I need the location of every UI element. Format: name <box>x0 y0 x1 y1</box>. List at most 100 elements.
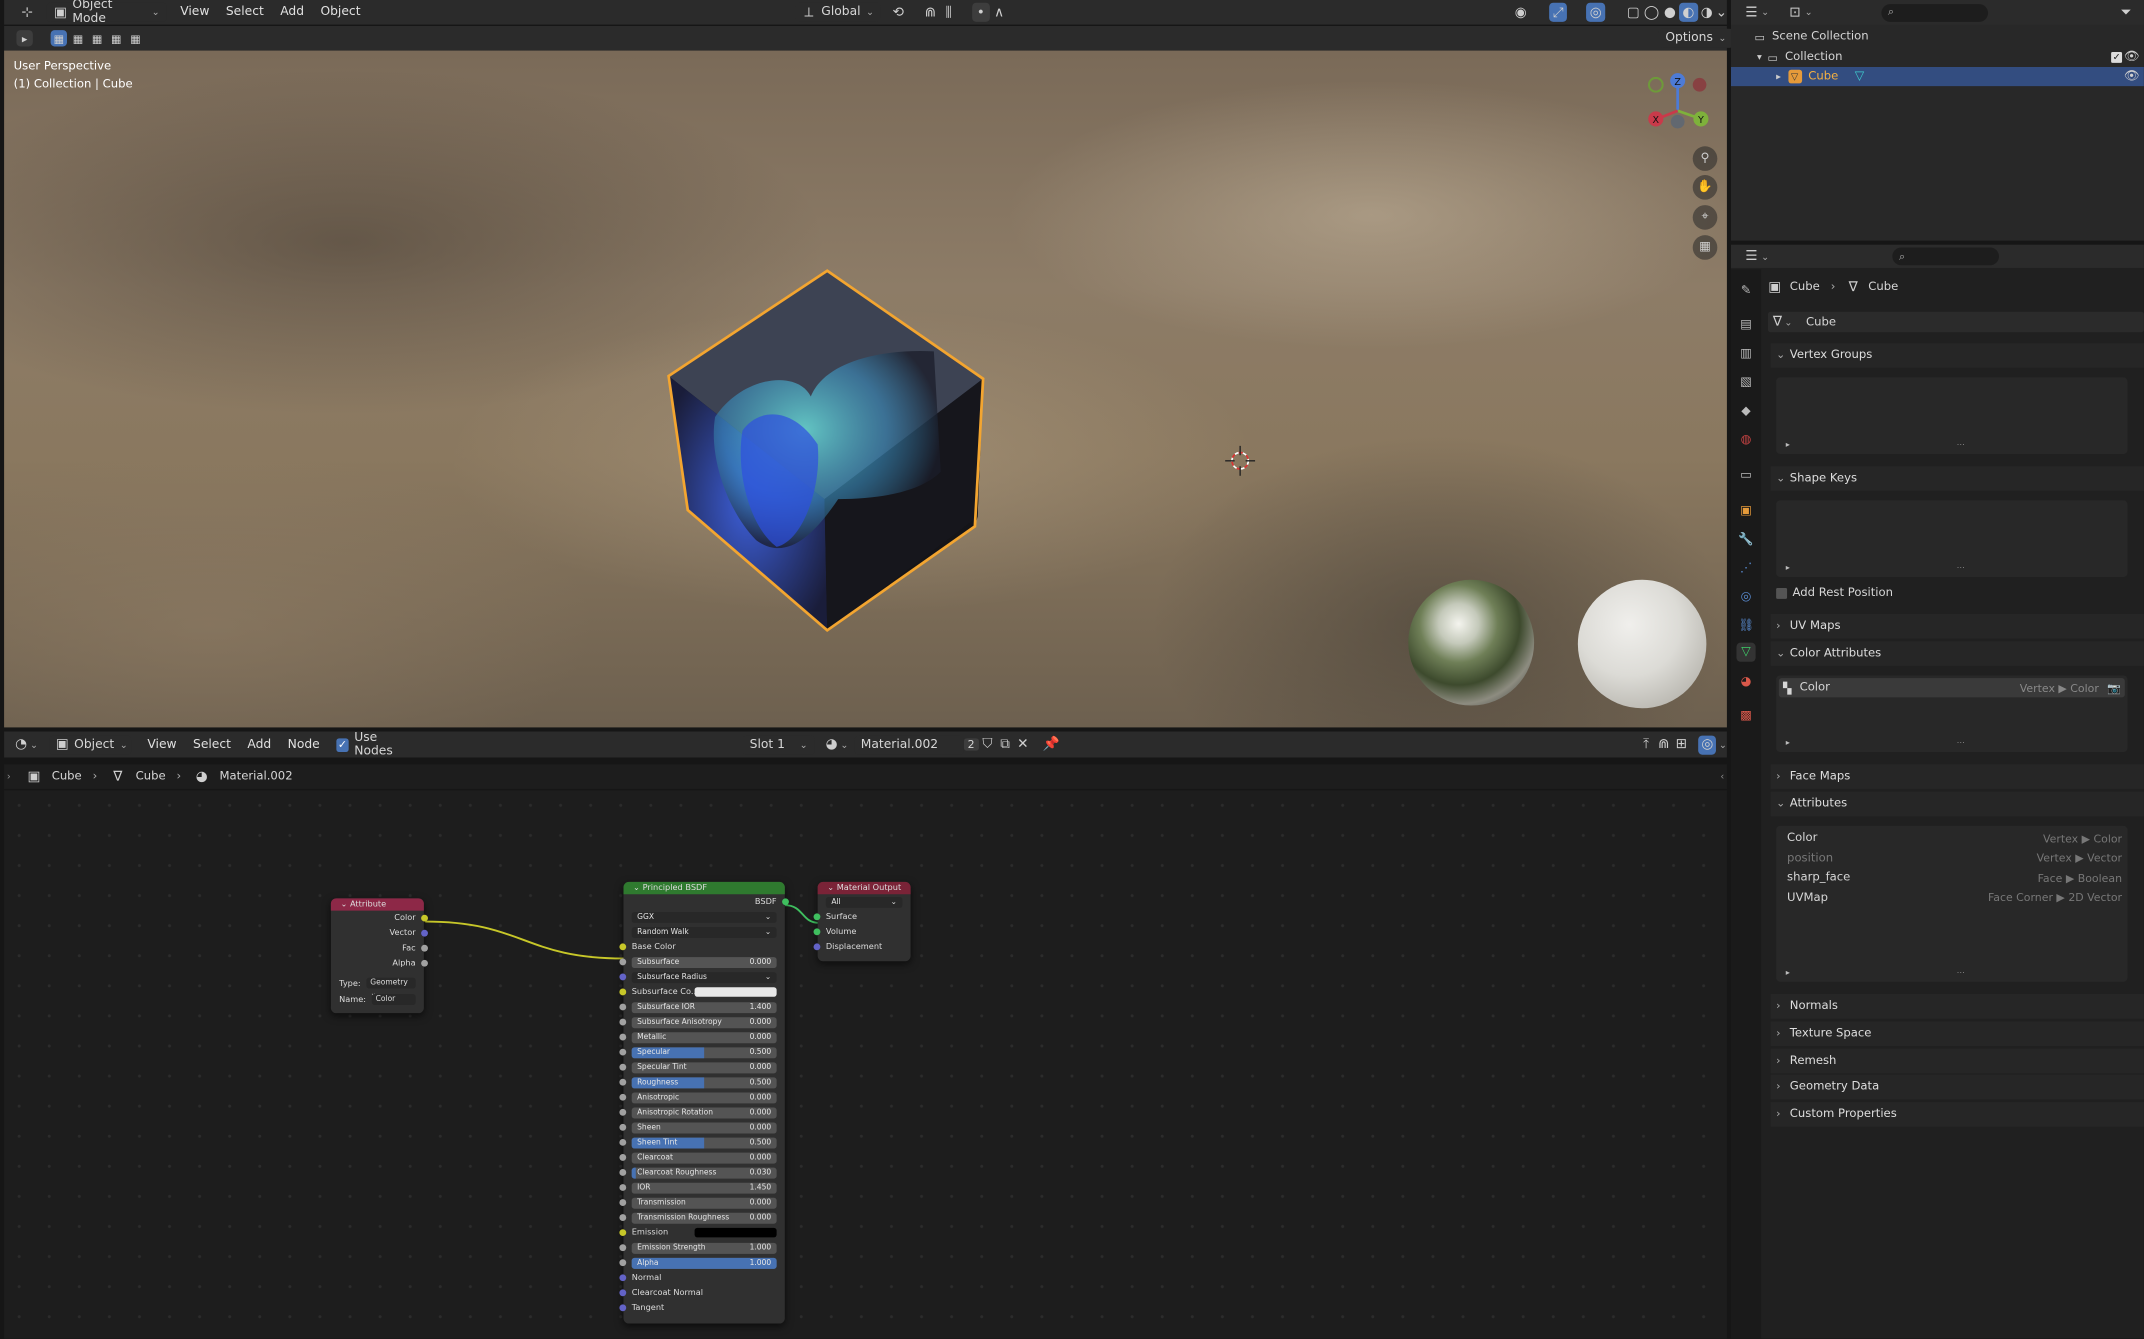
material-browse-icon[interactable]: ◕ <box>823 735 841 754</box>
section-attributes[interactable]: ⌄ Attributes <box>1770 791 2144 817</box>
world-tab-icon[interactable]: ◍ <box>1736 431 1755 450</box>
type-dropdown[interactable]: Geometry ⌄ <box>366 977 416 998</box>
section-texture-space[interactable]: › Texture Space <box>1770 1021 2144 1046</box>
duplicate-icon[interactable]: ⧉ <box>996 735 1014 754</box>
input-field[interactable]: Metallic 0.000 <box>631 1031 777 1043</box>
input-socket[interactable] <box>619 1289 627 1297</box>
input-socket[interactable] <box>619 1229 627 1237</box>
collapse-chevron-icon[interactable]: ⌄ <box>340 900 347 910</box>
distribution-dropdown[interactable]: GGX ⌄ <box>631 911 777 923</box>
input-socket[interactable] <box>619 1048 627 1056</box>
list-item[interactable]: sharp_face Face ▶ Boolean <box>1779 868 2125 887</box>
output-tab-icon[interactable]: ▥ <box>1736 345 1755 364</box>
add-rest-position-row[interactable]: Add Rest Position <box>1776 585 1893 601</box>
shader-node-editor[interactable]: ⌄ Attribute Color Vector Fac Alpha Type:… <box>4 790 1727 1339</box>
select-new-icon[interactable]: ▦ <box>50 30 67 47</box>
select-subtract-icon[interactable]: ▦ <box>89 30 105 46</box>
menu-add[interactable]: Add <box>272 0 312 25</box>
orientation-dropdown[interactable]: ⟂ Global ⌄ <box>795 2 881 22</box>
list-expand-icon[interactable]: ▸ <box>1786 968 1790 978</box>
gizmo-toggle-icon[interactable]: ⤢ <box>1549 2 1568 22</box>
properties-search-field[interactable]: ⌕ <box>1892 247 1999 266</box>
expand-arrow-icon[interactable]: ▸ <box>1776 71 1781 82</box>
input-socket[interactable] <box>619 1169 627 1176</box>
input-field[interactable]: Roughness 0.500 <box>631 1076 777 1088</box>
input-field[interactable]: Specular Tint 0.000 <box>631 1061 777 1073</box>
list-item[interactable]: Color Vertex ▶ Color <box>1779 829 2125 848</box>
input-field[interactable]: IOR 1.450 <box>631 1182 777 1193</box>
material-users-count[interactable]: 2 <box>963 738 979 751</box>
resize-handle-icon[interactable]: ⋯ <box>1957 440 1965 450</box>
material-shading-icon[interactable]: ◐ <box>1679 2 1698 22</box>
subsurface-method-dropdown[interactable]: Random Walk ⌄ <box>631 926 777 938</box>
section-vertex-groups[interactable]: ⌄ Vertex Groups <box>1770 343 2144 368</box>
node-overlay-icon[interactable]: ◎ <box>1698 734 1717 755</box>
input-socket[interactable] <box>619 1078 627 1086</box>
pivot-icon[interactable]: ⟲ <box>889 3 907 22</box>
input-socket[interactable] <box>619 1184 627 1191</box>
menu-object[interactable]: Object <box>312 0 368 25</box>
input-field[interactable]: Transmission 0.000 <box>631 1197 777 1209</box>
input-socket[interactable] <box>619 973 627 981</box>
use-nodes-checkbox[interactable]: ✓ <box>336 737 349 752</box>
outliner-row-collection[interactable]: ▾ ▭ Collection ✓ 👁 <box>1731 48 2144 67</box>
input-field[interactable]: Subsurface Anisotropy 0.000 <box>631 1016 777 1028</box>
input-socket[interactable] <box>619 1244 627 1252</box>
input-socket[interactable] <box>619 1259 627 1267</box>
socket-alpha[interactable] <box>421 959 428 967</box>
input-socket[interactable] <box>619 988 627 996</box>
section-color-attributes[interactable]: ⌄ Color Attributes <box>1770 641 2144 666</box>
slot-dropdown[interactable]: Slot 1 ⌄ <box>742 734 815 755</box>
section-geometry-data[interactable]: › Geometry Data <box>1770 1074 2144 1100</box>
name-field[interactable]: Color <box>371 994 416 1005</box>
input-field[interactable]: Specular 0.500 <box>631 1046 777 1058</box>
node-menu-view[interactable]: View <box>139 732 185 757</box>
outliner-search-field[interactable]: ⌕ <box>1881 3 1988 22</box>
socket-displacement[interactable] <box>813 943 821 951</box>
rendered-shading-icon[interactable]: ◑ <box>1698 3 1716 22</box>
wireframe-shading-icon[interactable]: ◯ <box>1642 3 1660 22</box>
attribute-node[interactable]: ⌄ Attribute Color Vector Fac Alpha Type:… <box>330 898 428 1014</box>
socket-volume[interactable] <box>813 928 821 936</box>
section-shape-keys[interactable]: ⌄ Shape Keys <box>1770 466 2144 491</box>
tool-tab-icon[interactable]: ✎ <box>1736 282 1755 301</box>
input-socket[interactable] <box>619 1003 627 1011</box>
mesh-datablock-selector[interactable]: ∇ ⌄ Cube <box>1767 311 2144 333</box>
parent-node-icon[interactable]: ⤒ <box>1637 735 1655 754</box>
shading-options-icon[interactable]: ⌄ <box>1716 3 1727 22</box>
section-uv-maps[interactable]: › UV Maps <box>1770 613 2144 639</box>
input-field[interactable]: Subsurface Radius ⌄ <box>631 971 777 983</box>
input-field[interactable]: Subsurface 0.000 <box>631 956 777 968</box>
data-tab-icon[interactable]: ▽ <box>1736 642 1756 662</box>
proportional-edit-icon[interactable]: • <box>971 2 990 22</box>
socket-base-color[interactable] <box>619 943 627 951</box>
input-socket[interactable] <box>619 1033 627 1041</box>
camera-view-icon[interactable]: ⌖ <box>1692 205 1718 230</box>
texture-tab-icon[interactable]: ▩ <box>1736 707 1755 726</box>
socket-color[interactable] <box>421 914 428 922</box>
eye-icon[interactable]: 👁 <box>2122 67 2141 86</box>
modifier-tab-icon[interactable]: 🔧 <box>1736 531 1755 550</box>
select-extend-icon[interactable]: ▦ <box>70 30 86 46</box>
color-swatch[interactable] <box>694 1227 777 1238</box>
node-snap-icon[interactable]: ⋒ <box>1655 735 1673 754</box>
outliner-row-scene[interactable]: ▭ Scene Collection <box>1731 27 2144 46</box>
principled-bsdf-node[interactable]: ⌄ Principled BSDF BSDF GGX ⌄ Random Walk ⌄… <box>619 881 789 1324</box>
input-field[interactable]: Transmission Roughness 0.000 <box>631 1212 777 1224</box>
attributes-list[interactable]: Color Vertex ▶ Color position Vertex ▶ Vect… <box>1776 825 2128 982</box>
input-socket[interactable] <box>619 1108 627 1116</box>
eye-icon[interactable]: 👁 <box>2122 48 2141 67</box>
input-socket[interactable] <box>619 1063 627 1071</box>
pan-hand-icon[interactable]: ✋ <box>1692 175 1718 200</box>
input-socket[interactable] <box>619 958 627 966</box>
list-item[interactable]: ▚ Color Vertex ▶ Color 📷 <box>1778 678 2125 698</box>
socket-surface[interactable] <box>813 913 821 921</box>
material-output-header[interactable]: ⌄ Material Output <box>817 881 911 895</box>
target-dropdown[interactable]: All ⌄ <box>825 896 903 908</box>
solid-shading-icon[interactable]: ● <box>1661 3 1679 22</box>
expand-arrow-icon[interactable]: ▾ <box>1757 52 1762 63</box>
node-menu-node[interactable]: Node <box>279 732 328 757</box>
snap-target-icon[interactable]: ⫼ <box>940 3 958 22</box>
collection-tab-icon[interactable]: ▭ <box>1736 466 1755 485</box>
input-socket[interactable] <box>619 1274 627 1282</box>
